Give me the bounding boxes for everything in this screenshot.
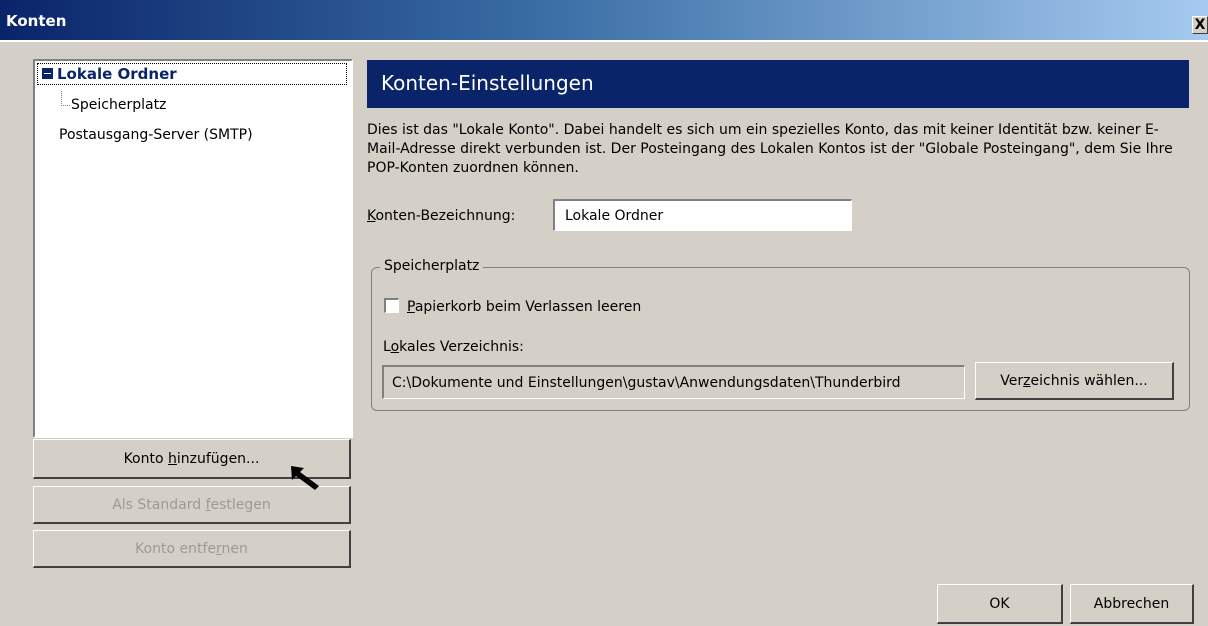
- account-tree[interactable]: Lokale Ordner Speicherplatz Postausgang-…: [33, 59, 353, 438]
- btn-text: nen: [221, 541, 248, 557]
- label-text: L: [383, 339, 391, 355]
- tree-connector: [61, 91, 70, 106]
- settings-header: Konten-Einstellungen: [367, 60, 1189, 108]
- remove-account-button[interactable]: Konto entfernen: [33, 530, 351, 568]
- cancel-button[interactable]: Abbrechen: [1070, 584, 1194, 624]
- title-divider: [0, 40, 1208, 42]
- tree-item-label: Lokale Ordner: [57, 65, 177, 83]
- arrow-cursor-icon: [291, 466, 319, 490]
- local-directory-field[interactable]: C:\Dokumente und Einstellungen\gustav\An…: [382, 365, 965, 399]
- label-text: kales Verzeichnis:: [399, 339, 524, 355]
- choose-directory-button[interactable]: Verzeichnis wählen...: [975, 362, 1174, 400]
- accelerator-key: P: [407, 299, 415, 315]
- collapse-icon[interactable]: [42, 68, 53, 79]
- btn-text: eichnis wählen...: [1030, 373, 1148, 389]
- local-directory-label: Lokales Verzeichnis:: [383, 339, 524, 355]
- tree-item-smtp[interactable]: Postausgang-Server (SMTP): [59, 127, 253, 143]
- tree-item-local-folders[interactable]: Lokale Ordner: [37, 63, 347, 85]
- settings-title: Konten-Einstellungen: [381, 71, 594, 95]
- account-name-label: Konten-Bezeichnung:: [367, 208, 515, 224]
- accelerator-key: o: [390, 339, 400, 355]
- btn-text: estlegen: [210, 497, 271, 513]
- label-text: onten-Bezeichnung:: [375, 208, 516, 224]
- empty-trash-label[interactable]: Papierkorb beim Verlassen leeren: [407, 299, 641, 315]
- close-button[interactable]: X: [1192, 16, 1208, 34]
- account-name-input[interactable]: Lokale Ordner: [553, 199, 852, 231]
- title-bar: Konten X: [0, 0, 1208, 40]
- accelerator-key: h: [168, 451, 177, 467]
- btn-text: inzufügen...: [176, 451, 260, 467]
- btn-text: Ver: [1000, 373, 1024, 389]
- tree-item-label: Speicherplatz: [71, 97, 167, 113]
- accelerator-key: z: [1023, 373, 1031, 389]
- account-description: Dies ist das "Lokale Konto". Dabei hande…: [367, 122, 1173, 176]
- btn-text: Konto entfe: [135, 541, 217, 557]
- close-icon: X: [1194, 17, 1206, 33]
- label-text: apierkorb beim Verlassen leeren: [414, 299, 642, 315]
- tree-item-label: Postausgang-Server (SMTP): [59, 127, 253, 143]
- window-title: Konten: [6, 12, 67, 30]
- btn-text: Konto: [123, 451, 169, 467]
- btn-text: Als Standard: [112, 497, 206, 513]
- empty-trash-checkbox[interactable]: [384, 298, 399, 313]
- storage-group-title: Speicherplatz: [380, 258, 484, 274]
- ok-button[interactable]: OK: [937, 584, 1063, 624]
